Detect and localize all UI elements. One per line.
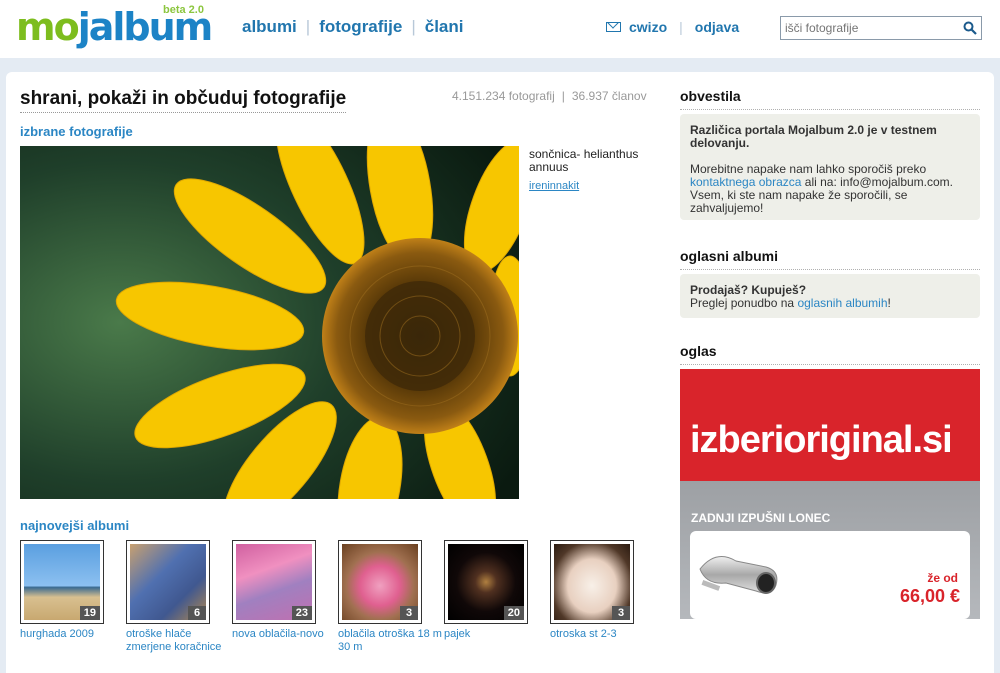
album-thumbnail[interactable]: 6 xyxy=(126,540,210,624)
album-photo-count: 6 xyxy=(188,606,206,620)
username-link[interactable]: cwizo xyxy=(629,19,667,35)
logout-link[interactable]: odjava xyxy=(695,19,739,35)
main-panel: shrani, pokaži in občuduj fotografije 4.… xyxy=(6,72,994,673)
album-item[interactable]: 23 nova oblačila-novo xyxy=(232,540,338,654)
notice-box: Različica portala Mojalbum 2.0 je v test… xyxy=(680,114,980,220)
album-photo-count: 20 xyxy=(503,606,524,620)
ad-heading: oglas xyxy=(680,343,717,359)
contact-form-link[interactable]: kontaktnega obrazca xyxy=(690,175,801,189)
featured-heading: izbrane fotografije xyxy=(20,124,133,139)
album-thumbnail[interactable]: 23 xyxy=(232,540,316,624)
album-thumbnail[interactable]: 3 xyxy=(550,540,634,624)
album-photo-count: 3 xyxy=(612,606,630,620)
ad-brand: izberioriginal.si xyxy=(690,419,953,461)
album-title[interactable]: otroska st 2-3 xyxy=(550,628,654,641)
mail-icon[interactable] xyxy=(606,22,621,32)
album-title[interactable]: hurghada 2009 xyxy=(20,628,124,641)
ad-subtitle: ZADNJI IZPUŠNI LONEC xyxy=(691,511,831,525)
featured-photo[interactable] xyxy=(20,146,519,499)
classified-box: Prodajaš? Kupuješ? Preglej ponudbo na og… xyxy=(680,274,980,318)
page-title: shrani, pokaži in občuduj fotografije xyxy=(20,88,347,113)
album-photo-count: 19 xyxy=(79,606,100,620)
divider xyxy=(680,364,980,365)
albums-list: 19 hurghada 2009 6 otroške hlače zmerjen… xyxy=(20,540,656,654)
latest-albums-heading: najnovejši albumi xyxy=(20,518,130,533)
album-item[interactable]: 19 hurghada 2009 xyxy=(20,540,126,654)
album-photo-count: 23 xyxy=(291,606,312,620)
search-box xyxy=(780,16,982,40)
classified-albums-link[interactable]: oglasnih albumih xyxy=(797,296,887,310)
stats-members: 36.937 članov xyxy=(571,89,647,103)
ad-product-card: že od 66,00 € xyxy=(690,531,970,619)
notices-heading: obvestila xyxy=(680,88,741,104)
search-button[interactable] xyxy=(959,17,981,39)
album-title[interactable]: oblačila otroška 18 m 30 m xyxy=(338,628,442,654)
album-photo-count: 3 xyxy=(400,606,418,620)
search-icon xyxy=(963,21,977,35)
advertisement-banner[interactable]: izberioriginal.si ZADNJI IZPUŠNI LONEC ž… xyxy=(680,369,980,619)
album-item[interactable]: 3 oblačila otroška 18 m 30 m xyxy=(338,540,444,654)
classified-title: Prodajaš? Kupuješ? xyxy=(690,283,807,297)
main-nav: albumi | fotografije | člani xyxy=(242,17,464,36)
ad-price-prefix: že od xyxy=(927,571,958,585)
logo[interactable]: mojalbum beta 2.0 xyxy=(16,4,213,50)
notice-title: Različica portala Mojalbum 2.0 je v test… xyxy=(690,123,937,150)
album-title[interactable]: pajek xyxy=(444,628,548,641)
stats-photos: 4.151.234 fotografij xyxy=(452,89,555,103)
album-item[interactable]: 20 pajek xyxy=(444,540,550,654)
divider xyxy=(680,109,980,110)
album-thumbnail[interactable]: 3 xyxy=(338,540,422,624)
site-stats: 4.151.234 fotografij | 36.937 članov xyxy=(452,89,647,103)
classified-heading: oglasni albumi xyxy=(680,248,779,264)
featured-photo-title[interactable]: sončnica- helianthus annuus xyxy=(529,148,669,174)
logo-beta-badge: beta 2.0 xyxy=(163,4,204,16)
album-title[interactable]: nova oblačila-novo xyxy=(232,628,336,641)
nav-photos[interactable]: fotografije xyxy=(319,17,402,36)
exhaust-muffler-image xyxy=(699,556,778,594)
sunflower-image xyxy=(20,146,519,499)
featured-photo-author[interactable]: ireninnakit xyxy=(529,180,579,192)
album-thumbnail[interactable]: 20 xyxy=(444,540,528,624)
nav-albums[interactable]: albumi xyxy=(242,17,297,36)
album-item[interactable]: 3 otroska st 2-3 xyxy=(550,540,656,654)
search-input[interactable] xyxy=(781,17,957,39)
album-title[interactable]: otroške hlače zmerjene koračnice xyxy=(126,628,230,654)
album-thumbnail[interactable]: 19 xyxy=(20,540,104,624)
header: mojalbum beta 2.0 albumi | fotografije | čla… xyxy=(0,0,1000,58)
divider xyxy=(680,269,980,270)
user-nav: cwizo | odjava xyxy=(606,19,739,35)
nav-members[interactable]: člani xyxy=(425,17,464,36)
ad-price: 66,00 € xyxy=(899,586,960,606)
album-item[interactable]: 6 otroške hlače zmerjene koračnice xyxy=(126,540,232,654)
